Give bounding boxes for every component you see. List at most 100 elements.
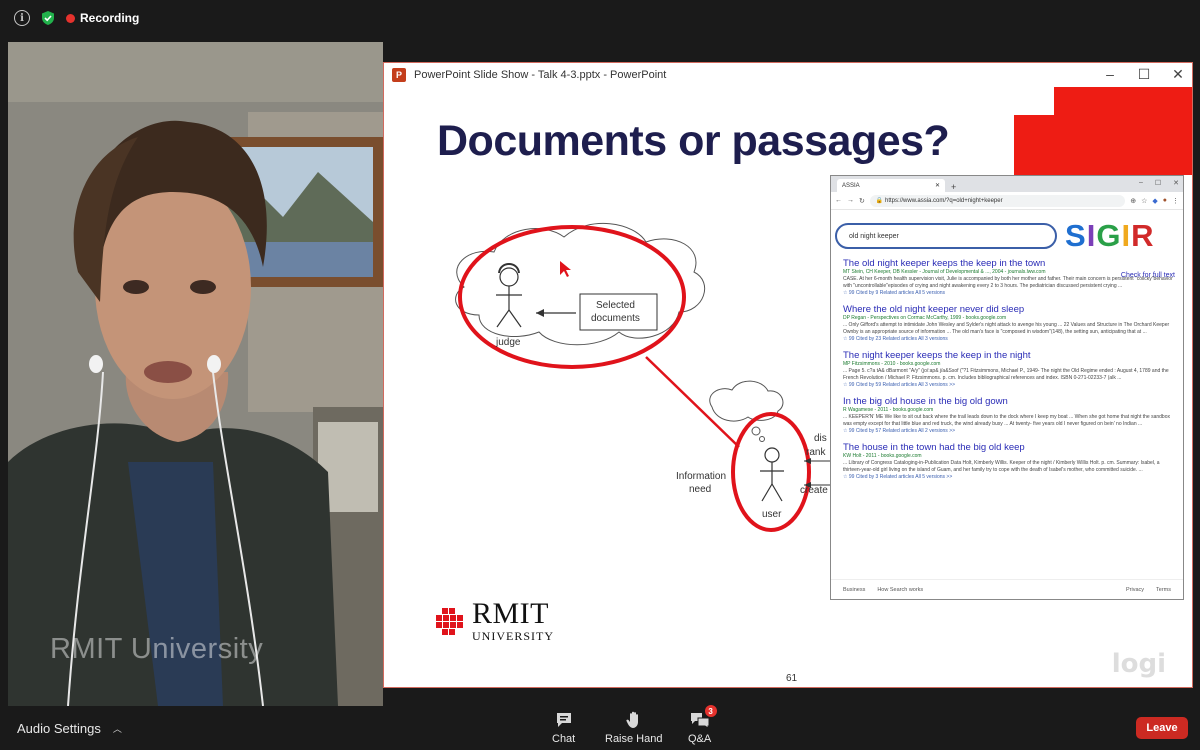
chat-label: Chat bbox=[552, 733, 576, 745]
search-result: In the big old house in the big old gown… bbox=[843, 396, 1175, 435]
browser-close-icon: ✕ bbox=[1173, 180, 1179, 187]
sigir-letter: R bbox=[1131, 218, 1155, 253]
info-icon[interactable]: i bbox=[14, 10, 30, 26]
slide: Documents or passages? judge Selected do… bbox=[384, 87, 1192, 687]
star-icon: ☆ bbox=[1141, 197, 1148, 205]
rmit-logo-sub: UNIVERSITY bbox=[472, 629, 554, 643]
result-links: ☆ 99 Cited by 57 Related articles All 2 … bbox=[843, 428, 956, 434]
browser-tab-title: ASSIA bbox=[842, 182, 860, 189]
browser-window-controls: – ☐ ✕ bbox=[1139, 179, 1179, 187]
sigir-letter: G bbox=[1096, 218, 1122, 253]
maximize-icon[interactable]: ☐ bbox=[1136, 66, 1152, 83]
rmit-logo-name: RMIT bbox=[472, 597, 549, 630]
qa-label: Q&A bbox=[688, 733, 712, 745]
result-links: ☆ 99 Cited by 9 Related articles All 5 v… bbox=[843, 290, 946, 296]
result-meta: MP Fitzsimmons - 2010 - books.google.com bbox=[843, 361, 941, 367]
recording-label: Recording bbox=[80, 11, 140, 25]
extension-icon: ◆ bbox=[1152, 197, 1158, 205]
browser-tabstrip: ASSIA ✕ + – ☐ ✕ bbox=[831, 176, 1183, 192]
browser-maximize-icon: ☐ bbox=[1154, 180, 1162, 187]
result-meta: KW Holt - 2011 - books.google.com bbox=[843, 453, 922, 459]
chat-icon bbox=[556, 713, 571, 727]
browser-url: https://www.assia.com/?q=old+night+keepe… bbox=[885, 197, 1003, 204]
reload-icon: ↻ bbox=[859, 197, 865, 205]
leave-button[interactable]: Leave bbox=[1136, 717, 1188, 739]
raise-hand-icon bbox=[626, 711, 638, 728]
result-title: The night keeper keeps the keep in the n… bbox=[843, 350, 1031, 361]
footer-privacy: Privacy bbox=[1125, 586, 1145, 593]
result-links: ☆ 99 Cited by 3 Related articles All 5 v… bbox=[843, 474, 953, 480]
full-text-link: Check for full text bbox=[1120, 272, 1175, 279]
new-tab-icon: + bbox=[951, 182, 957, 192]
lock-icon: 🔒 bbox=[875, 198, 886, 204]
info-need-line2: need bbox=[689, 484, 711, 495]
search-result: The house in the town had the big old ke… bbox=[843, 442, 1175, 481]
recording-indicator[interactable]: Recording bbox=[66, 11, 139, 25]
result-meta: DP Regan - Perspectives on Cormac McCart… bbox=[843, 315, 1007, 321]
slide-number: 61 bbox=[786, 673, 798, 684]
minimize-icon[interactable]: – bbox=[1102, 66, 1118, 83]
forward-icon: → bbox=[847, 197, 854, 204]
meeting-topbar: i Recording bbox=[0, 0, 1200, 36]
tab-close-icon: ✕ bbox=[934, 183, 940, 189]
video-feed-image bbox=[8, 42, 383, 706]
browser-search-row: old night keeper SIGIR bbox=[831, 210, 1183, 254]
zoom-meeting-window: i Recording RMIT University P PowerPoint… bbox=[0, 0, 1200, 750]
result-meta: R Wagamese - 2011 - books.google.com bbox=[843, 407, 934, 413]
footer-business: Business bbox=[843, 586, 866, 593]
video-watermark: RMIT University bbox=[50, 633, 264, 665]
result-snippet: ... Library of Congress Cataloging-in-Pu… bbox=[843, 460, 1160, 473]
sigir-letter: I bbox=[1086, 218, 1097, 253]
judge-figure bbox=[496, 263, 522, 328]
browser-screenshot: ASSIA ✕ + – ☐ ✕ ← → ↻ 🔒 https://www.assi… bbox=[830, 175, 1184, 600]
user-label: user bbox=[762, 509, 782, 520]
raise-hand-button[interactable]: Raise Hand bbox=[605, 711, 662, 745]
search-box: old night keeper bbox=[835, 223, 1057, 249]
sigir-letter: I bbox=[1121, 218, 1132, 253]
audio-settings-button[interactable]: Audio Settings ︿ bbox=[17, 721, 122, 736]
result-snippet: ... KEEPER'N' ME We like to sit out back… bbox=[843, 414, 1170, 427]
audio-settings-label: Audio Settings bbox=[17, 721, 101, 736]
logi-watermark: logi bbox=[1111, 649, 1166, 679]
window-controls: – ☐ ✕ bbox=[1102, 66, 1186, 83]
browser-tab: ASSIA ✕ bbox=[837, 179, 945, 192]
result-snippet: ... Only Gifford's attempt to intimidate… bbox=[843, 322, 1170, 335]
meeting-toolbar: Audio Settings ︿ Chat Raise Hand 3 Q&A L… bbox=[0, 705, 1200, 750]
qa-button[interactable]: 3 Q&A bbox=[688, 705, 717, 745]
chat-button[interactable]: Chat bbox=[552, 711, 575, 745]
powerpoint-icon: P bbox=[392, 68, 406, 82]
profile-icon: ● bbox=[1162, 196, 1167, 204]
footer-how-search-works: How Search works bbox=[877, 586, 924, 593]
back-icon: ← bbox=[835, 197, 842, 204]
result-title: Where the old night keeper never did sle… bbox=[843, 304, 1025, 315]
rmit-logo: RMIT UNIVERSITY bbox=[436, 599, 554, 642]
browser-url-field: 🔒 https://www.assia.com/?q=old+night+kee… bbox=[869, 194, 1126, 207]
shield-check-icon[interactable] bbox=[40, 10, 56, 26]
selected-label-line2: documents bbox=[591, 313, 640, 324]
result-links: ☆ 99 Cited by 23 Related articles All 3 … bbox=[843, 336, 948, 342]
cursor-icon bbox=[560, 261, 571, 277]
judge-label: judge bbox=[495, 337, 521, 348]
powerpoint-window-title: PowerPoint Slide Show - Talk 4-3.pptx - … bbox=[414, 69, 667, 81]
browser-extensions: ⊕ ☆ ◆ ● ⋮ bbox=[1130, 197, 1179, 205]
result-title: The house in the town had the big old ke… bbox=[843, 442, 1025, 453]
shared-screen[interactable]: P PowerPoint Slide Show - Talk 4-3.pptx … bbox=[383, 62, 1193, 688]
browser-minimize-icon: – bbox=[1138, 179, 1143, 186]
zoom-ext-icon: ⊕ bbox=[1130, 197, 1137, 205]
close-icon[interactable]: ✕ bbox=[1170, 66, 1186, 83]
sigir-letter: S bbox=[1065, 218, 1087, 253]
powerpoint-titlebar: P PowerPoint Slide Show - Talk 4-3.pptx … bbox=[384, 63, 1192, 87]
judge-highlight-ellipse bbox=[458, 225, 686, 369]
selected-label-line1: Selected bbox=[596, 300, 635, 311]
result-title: In the big old house in the big old gown bbox=[843, 396, 1008, 407]
sigir-logo: SIGIR bbox=[1065, 218, 1154, 254]
user-figure bbox=[760, 447, 784, 502]
raise-hand-label: Raise Hand bbox=[605, 733, 663, 745]
partial-label-create: create bbox=[800, 485, 828, 496]
partial-label-dis: dis bbox=[814, 433, 827, 444]
participant-video[interactable]: RMIT University bbox=[8, 42, 383, 706]
search-results: The old night keeper keeps the keep in t… bbox=[831, 252, 1183, 481]
record-dot-icon bbox=[66, 13, 75, 23]
info-need-line1: Information bbox=[676, 471, 726, 482]
chevron-up-icon[interactable]: ︿ bbox=[113, 722, 122, 735]
